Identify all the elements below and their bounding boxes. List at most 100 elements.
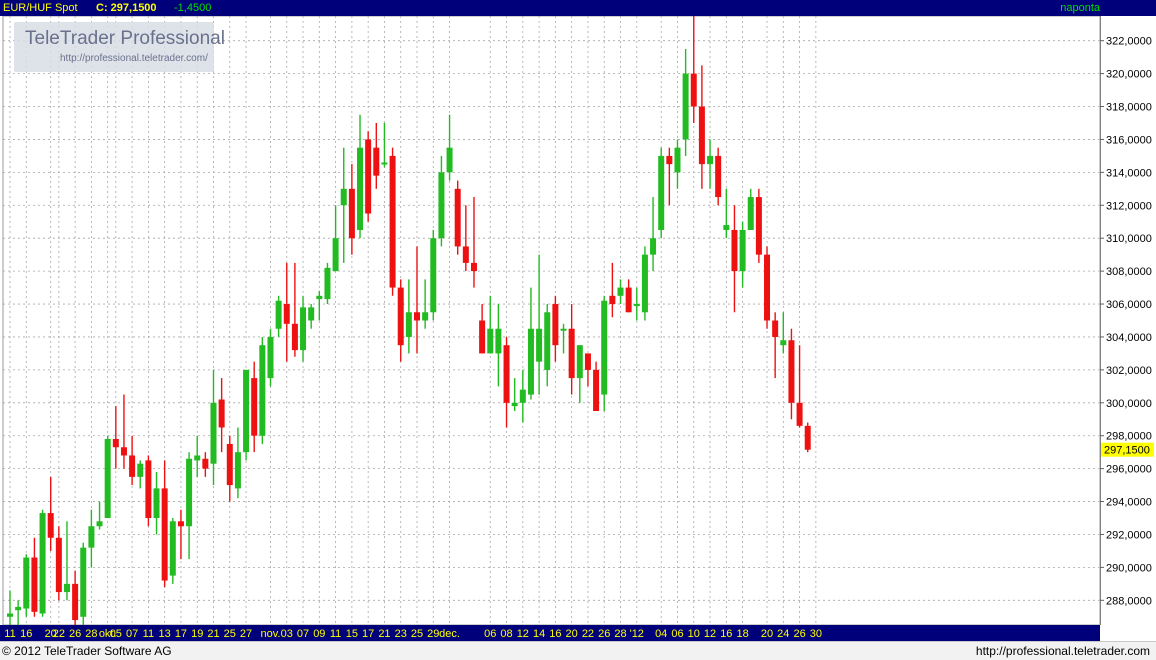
date-tick-label: 26 xyxy=(793,628,805,640)
price-tick-label: 322,0000 xyxy=(1106,36,1152,48)
candle-body xyxy=(31,557,38,612)
candle-body xyxy=(357,147,364,230)
candle-body xyxy=(690,73,697,107)
price-tick-label: 314,0000 xyxy=(1106,167,1152,179)
date-tick-label: 19 xyxy=(191,628,203,640)
price-tick-label: 320,0000 xyxy=(1106,69,1152,81)
date-tick-label: 07 xyxy=(126,628,138,640)
date-tick-label: 14 xyxy=(533,628,545,640)
candle xyxy=(39,509,46,617)
price-axis[interactable]: 288,0000 290,0000 292,0000 294,0000 296,0000… xyxy=(1100,16,1156,641)
date-tick-label: 11 xyxy=(143,628,154,640)
date-axis[interactable]: 11 16 2022 26 28 okt.05 07 11 13 17 19 21 25 27 nov. 03… xyxy=(0,625,1100,641)
candle-body xyxy=(259,345,266,436)
date-tick-label: 29 xyxy=(427,628,439,640)
candle-body xyxy=(234,452,241,489)
candle xyxy=(715,147,722,206)
candle-body xyxy=(300,307,307,351)
date-tick-label: 06 xyxy=(484,628,496,640)
candle-body xyxy=(218,399,225,428)
candle-body xyxy=(137,463,144,477)
candle-body xyxy=(414,312,420,321)
candle-body xyxy=(593,369,600,412)
candle-body xyxy=(120,447,127,456)
candle xyxy=(365,131,372,222)
candle-body xyxy=(780,340,787,346)
candle xyxy=(430,229,437,321)
candle-body xyxy=(365,139,372,214)
candle-body xyxy=(332,238,339,272)
price-tick-label: 306,0000 xyxy=(1106,299,1152,311)
date-tick-label: 18 xyxy=(736,628,748,640)
price-tick-label: 296,0000 xyxy=(1106,464,1152,476)
date-tick-label: 16 xyxy=(20,628,32,640)
date-tick-label: 20 xyxy=(761,628,773,640)
candle-body xyxy=(96,521,103,527)
candle-body xyxy=(495,328,502,354)
candle-body xyxy=(511,402,518,407)
candle-body xyxy=(755,197,762,255)
date-tick-label: 24 xyxy=(777,628,789,640)
candlestick-chart[interactable]: 288,0000 290,0000 292,0000 294,0000 296,0000… xyxy=(0,16,1156,641)
candle-body xyxy=(226,443,233,486)
date-tick-label: 06 xyxy=(671,628,683,640)
date-tick-label: 17 xyxy=(362,628,374,640)
candle-body xyxy=(731,229,738,272)
date-tick-label: 21 xyxy=(378,628,390,640)
period-label[interactable]: naponta xyxy=(1060,0,1100,16)
price-tick-label: 310,0000 xyxy=(1106,233,1152,245)
candle-body xyxy=(397,287,404,346)
date-tick-label: 22 xyxy=(53,628,65,640)
price-change-label: -1,4500 xyxy=(174,2,212,14)
candle-body xyxy=(63,583,70,593)
date-tick-label: 26 xyxy=(598,628,610,640)
price-tick-label: 316,0000 xyxy=(1106,134,1152,146)
date-tick-label: 04 xyxy=(655,628,667,640)
date-tick-label: 27 xyxy=(240,628,252,640)
candle-body xyxy=(527,328,534,395)
candle-body xyxy=(552,304,559,346)
date-tick-label: 25 xyxy=(411,628,423,640)
candle-body xyxy=(609,295,616,305)
last-price-label: 297,1500 xyxy=(1104,445,1150,457)
candle-body xyxy=(194,455,201,461)
candle-body xyxy=(153,488,160,519)
candle-body xyxy=(340,188,347,206)
candle xyxy=(764,246,771,329)
candle-body xyxy=(601,300,608,395)
candle xyxy=(145,455,152,527)
date-tick-label: 15 xyxy=(346,628,358,640)
date-tick-label: 20 xyxy=(566,628,578,640)
date-tick-label: 11 xyxy=(4,628,15,640)
chart-header-bar: EUR/HUF Spot C: 297,1500 -1,4500 naponta xyxy=(0,0,1156,16)
candle xyxy=(601,295,608,412)
candle-body xyxy=(544,312,551,370)
candle-body xyxy=(104,439,111,519)
candle-body xyxy=(177,521,184,527)
date-tick-label: '12 xyxy=(630,628,644,640)
footer-url[interactable]: http://professional.teletrader.com xyxy=(976,643,1150,659)
candle-body xyxy=(772,320,779,337)
candle-body xyxy=(80,547,87,617)
candle xyxy=(389,147,396,296)
candle xyxy=(641,246,648,321)
date-tick-label: 28 xyxy=(614,628,626,640)
date-tick-label: 13 xyxy=(159,628,171,640)
price-tick-label: 290,0000 xyxy=(1106,562,1152,574)
candle-body xyxy=(161,488,168,581)
candle-body xyxy=(389,155,396,288)
instrument-label[interactable]: EUR/HUF Spot xyxy=(3,0,78,16)
date-tick-label: dec. xyxy=(439,628,460,640)
candle-body xyxy=(145,460,152,519)
candle-body xyxy=(169,521,176,576)
price-tick-label: 308,0000 xyxy=(1106,266,1152,278)
date-tick-label: 08 xyxy=(500,628,512,640)
candle-body xyxy=(503,345,510,403)
logo-url: http://professional.teletrader.com/ xyxy=(60,53,208,64)
candle-body xyxy=(316,295,323,300)
candle-body xyxy=(682,73,689,140)
candle-body xyxy=(373,147,380,176)
candle xyxy=(104,435,111,519)
price-tick-label: 294,0000 xyxy=(1106,497,1152,509)
teletrader-logo: TeleTrader Professional http://professio… xyxy=(14,22,225,72)
